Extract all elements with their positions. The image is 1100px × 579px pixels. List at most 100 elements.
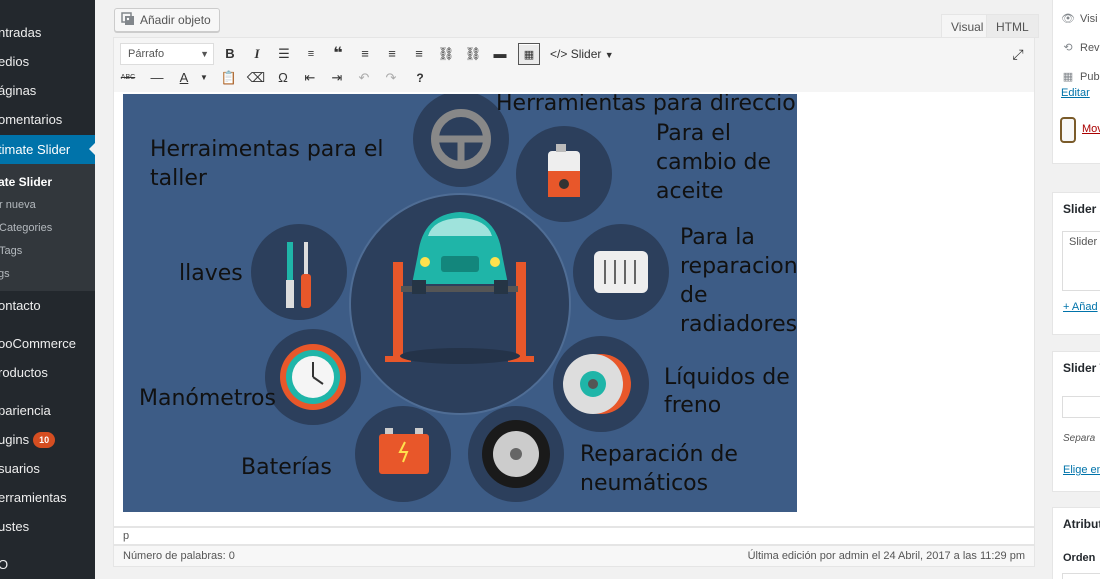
align-right-icon[interactable]: ≡: [408, 43, 430, 65]
unlink-icon[interactable]: ⛓: [462, 43, 484, 65]
menu-ajustes[interactable]: ustes: [0, 513, 95, 541]
fullscreen-icon[interactable]: ⤢: [1007, 43, 1029, 65]
car-grille: [441, 256, 479, 272]
submenu-item-new[interactable]: r nueva: [0, 194, 95, 216]
special-character-icon[interactable]: Ω: [272, 67, 294, 89]
text-color-icon[interactable]: A: [173, 67, 195, 89]
menu-contacto[interactable]: ontacto: [0, 292, 95, 320]
outdent-icon[interactable]: ⇤: [299, 67, 321, 89]
choose-tags-link[interactable]: Elige en: [1063, 464, 1100, 476]
menu-label: áginas: [0, 83, 37, 98]
category-item[interactable]: Slider C: [1069, 236, 1100, 248]
editor-content[interactable]: Herramientas para direccion Herraimentas…: [113, 92, 1035, 527]
numbered-list-icon[interactable]: ≡: [300, 43, 322, 65]
menu-label: roductos: [0, 365, 48, 380]
slider-tags-title: Slider T: [1063, 361, 1100, 375]
menu-ultimate-slider[interactable]: timate Slider: [0, 135, 95, 164]
slider-tags-box: Slider T Separa Elige en: [1052, 351, 1100, 492]
lift-post-left: [393, 262, 403, 362]
help-icon[interactable]: ?: [409, 67, 431, 89]
editor-toolbar: Párrafo ▼ B I ☰ ≡ ❝ ≡ ≡ ≡ ⛓ ⛓ ▬ ▦ </> Sli…: [113, 37, 1035, 93]
format-select[interactable]: Párrafo ▼: [120, 43, 214, 65]
menu-productos[interactable]: roductos: [0, 359, 95, 387]
chevron-down-icon: ▼: [200, 49, 209, 59]
slider-button[interactable]: </> Slider ▼: [550, 43, 614, 65]
indent-icon[interactable]: ⇥: [326, 67, 348, 89]
read-more-icon[interactable]: ▬: [489, 43, 511, 65]
menu-label: erramientas: [0, 490, 67, 505]
submenu-item-all[interactable]: ate Slider: [0, 171, 95, 193]
order-label: Orden: [1063, 552, 1096, 564]
label-radiadores-2: reparacion: [680, 254, 797, 279]
label-manometros: Manómetros: [139, 386, 276, 411]
label-neumaticos-2: neumáticos: [580, 471, 708, 496]
post-sidebar: 👁Visi ⟲Rev ▦Pub Editar Mov Slider C Slid…: [1052, 0, 1100, 579]
menu-usuarios[interactable]: suarios: [0, 455, 95, 483]
submenu-label: Tags: [0, 245, 23, 257]
menu-label: ontacto: [0, 298, 41, 313]
menu-plugins[interactable]: ugins 10: [0, 426, 95, 454]
post-editor: Añadir objeto Visual HTML Párrafo ▼ B I ☰…: [113, 0, 1039, 579]
submenu-item-tags[interactable]: Tags: [0, 240, 95, 262]
submenu-item-categories[interactable]: Categories: [0, 217, 95, 239]
label-taller-2: taller: [150, 166, 208, 191]
strikethrough-icon[interactable]: ABC: [117, 67, 139, 89]
link-icon[interactable]: ⛓: [435, 43, 457, 65]
menu-label: timate Slider: [0, 142, 71, 157]
clear-formatting-icon[interactable]: ⌫: [245, 67, 267, 89]
menu-seo[interactable]: O: [0, 551, 95, 579]
bullet-list-icon[interactable]: ☰: [273, 43, 295, 65]
paste-text-icon[interactable]: 📋: [218, 67, 240, 89]
word-count: Número de palabras: 0: [123, 550, 235, 562]
lift-post-right: [516, 262, 526, 362]
label-aceite-1: Para el: [656, 121, 731, 146]
undo-icon[interactable]: ↶: [353, 67, 375, 89]
menu-medios[interactable]: edios: [0, 48, 95, 76]
align-left-icon[interactable]: ≡: [354, 43, 376, 65]
car-wheel-left: [412, 280, 426, 294]
media-icon: [121, 12, 134, 25]
tab-html[interactable]: HTML: [986, 14, 1039, 38]
menu-herramientas[interactable]: erramientas: [0, 484, 95, 512]
menu-comentarios[interactable]: omentarios: [0, 106, 95, 134]
toolbar-toggle-icon[interactable]: ▦: [518, 43, 540, 65]
horizontal-line-icon[interactable]: —: [146, 67, 168, 89]
menu-label: O: [0, 557, 9, 572]
wrench-icon: [287, 242, 293, 282]
menu-entradas[interactable]: ntradas: [0, 19, 95, 47]
categories-checklist[interactable]: Slider C: [1062, 231, 1100, 291]
menu-label: ugins 10: [0, 426, 56, 454]
code-icon: </>: [550, 47, 568, 61]
bold-button[interactable]: B: [219, 43, 241, 65]
order-input[interactable]: [1062, 573, 1100, 579]
wrench-handle: [286, 280, 294, 308]
label-radiadores-4: radiadores: [680, 312, 797, 337]
format-select-value: Párrafo: [128, 48, 165, 60]
redo-icon[interactable]: ↷: [380, 67, 402, 89]
add-media-button[interactable]: Añadir objeto: [114, 8, 220, 32]
battery-terminal-left: [385, 428, 393, 434]
label-aceite-2: cambio de: [656, 150, 771, 175]
menu-paginas[interactable]: áginas: [0, 77, 95, 105]
chevron-down-icon: ▼: [604, 50, 614, 60]
menu-woocommerce[interactable]: ooCommerce: [0, 330, 95, 358]
radiator-icon: [594, 251, 648, 293]
add-category-link[interactable]: + Añad: [1063, 301, 1098, 313]
menu-label: pariencia: [0, 403, 51, 418]
menu-apariencia[interactable]: pariencia: [0, 397, 95, 425]
submenu-label: r nueva: [0, 199, 36, 211]
submenu-item-settings[interactable]: gs: [0, 263, 95, 285]
history-icon: ⟲: [1063, 42, 1073, 54]
align-center-icon[interactable]: ≡: [381, 43, 403, 65]
element-path[interactable]: p: [113, 527, 1035, 545]
blockquote-icon[interactable]: ❝: [327, 43, 349, 65]
chevron-down-icon[interactable]: ▼: [193, 67, 215, 89]
move-to-trash-link[interactable]: Mov: [1082, 123, 1100, 135]
car-wheel-right: [494, 280, 508, 294]
edit-date-link[interactable]: Editar: [1061, 87, 1090, 99]
infographic-image[interactable]: Herramientas para direccion Herraimentas…: [123, 94, 797, 512]
tags-input[interactable]: [1062, 396, 1100, 418]
submenu-label: ate Slider: [0, 175, 53, 189]
italic-button[interactable]: I: [246, 43, 268, 65]
eye-icon: 👁: [1061, 13, 1075, 25]
